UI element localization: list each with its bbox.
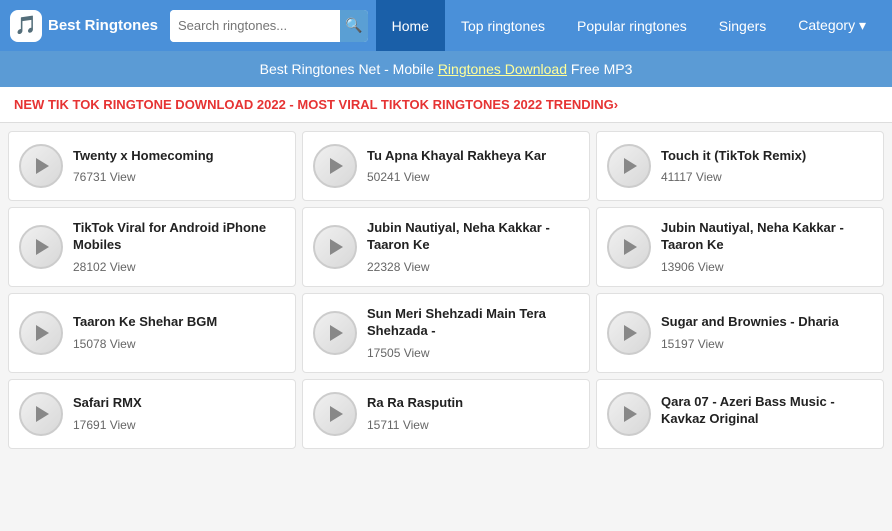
card-views: 22328 View (367, 260, 579, 274)
play-button[interactable] (607, 225, 651, 269)
card-info: Jubin Nautiyal, Neha Kakkar - Taaron Ke … (661, 220, 873, 274)
card-info: Safari RMX 17691 View (73, 395, 285, 432)
card-title: Taaron Ke Shehar BGM (73, 314, 285, 331)
card-item[interactable]: Twenty x Homecoming 76731 View (8, 131, 296, 201)
card-item[interactable]: Taaron Ke Shehar BGM 15078 View (8, 293, 296, 373)
play-button[interactable] (313, 311, 357, 355)
card-views: 15197 View (661, 337, 873, 351)
card-title: TikTok Viral for Android iPhone Mobiles (73, 220, 285, 254)
card-info: Ra Ra Rasputin 15711 View (367, 395, 579, 432)
play-button[interactable] (607, 144, 651, 188)
card-item[interactable]: Sugar and Brownies - Dharia 15197 View (596, 293, 884, 373)
banner: Best Ringtones Net - Mobile Ringtones Do… (0, 51, 892, 87)
trending-bar[interactable]: NEW TIK TOK RINGTONE DOWNLOAD 2022 - MOS… (0, 87, 892, 123)
card-title: Tu Apna Khayal Rakheya Kar (367, 148, 579, 165)
card-views: 76731 View (73, 170, 285, 184)
banner-text-before: Best Ringtones Net - Mobile (260, 61, 438, 77)
play-button[interactable] (313, 392, 357, 436)
card-item[interactable]: TikTok Viral for Android iPhone Mobiles … (8, 207, 296, 287)
card-info: Sugar and Brownies - Dharia 15197 View (661, 314, 873, 351)
nav-top-ringtones[interactable]: Top ringtones (445, 0, 561, 51)
card-item[interactable]: Qara 07 - Azeri Bass Music - Kavkaz Orig… (596, 379, 884, 449)
card-views: 41117 View (661, 170, 873, 184)
card-info: Touch it (TikTok Remix) 41117 View (661, 148, 873, 185)
card-views: 15078 View (73, 337, 285, 351)
card-title: Jubin Nautiyal, Neha Kakkar - Taaron Ke (661, 220, 873, 254)
card-item[interactable]: Jubin Nautiyal, Neha Kakkar - Taaron Ke … (302, 207, 590, 287)
nav-category[interactable]: Category ▾ (782, 0, 882, 51)
cards-grid: Twenty x Homecoming 76731 View Tu Apna K… (0, 123, 892, 457)
banner-link[interactable]: Ringtones Download (438, 61, 567, 77)
card-views: 28102 View (73, 260, 285, 274)
card-item[interactable]: Sun Meri Shehzadi Main Tera Shehzada - 1… (302, 293, 590, 373)
card-info: Qara 07 - Azeri Bass Music - Kavkaz Orig… (661, 394, 873, 434)
card-views: 50241 View (367, 170, 579, 184)
play-button[interactable] (19, 392, 63, 436)
card-item[interactable]: Ra Ra Rasputin 15711 View (302, 379, 590, 449)
play-button[interactable] (313, 144, 357, 188)
card-title: Safari RMX (73, 395, 285, 412)
play-button[interactable] (607, 311, 651, 355)
card-title: Twenty x Homecoming (73, 148, 285, 165)
card-item[interactable]: Tu Apna Khayal Rakheya Kar 50241 View (302, 131, 590, 201)
play-button[interactable] (19, 144, 63, 188)
card-views: 17505 View (367, 346, 579, 360)
card-views: 17691 View (73, 418, 285, 432)
banner-text-after: Free MP3 (567, 61, 632, 77)
card-item[interactable]: Touch it (TikTok Remix) 41117 View (596, 131, 884, 201)
card-item[interactable]: Safari RMX 17691 View (8, 379, 296, 449)
play-button[interactable] (19, 311, 63, 355)
play-button[interactable] (19, 225, 63, 269)
logo-icon: 🎵 (10, 10, 42, 42)
card-title: Touch it (TikTok Remix) (661, 148, 873, 165)
trending-text: NEW TIK TOK RINGTONE DOWNLOAD 2022 - MOS… (14, 97, 618, 112)
card-info: TikTok Viral for Android iPhone Mobiles … (73, 220, 285, 274)
nav-popular-ringtones[interactable]: Popular ringtones (561, 0, 703, 51)
card-title: Sun Meri Shehzadi Main Tera Shehzada - (367, 306, 579, 340)
play-button[interactable] (607, 392, 651, 436)
logo-text: Best Ringtones (48, 17, 158, 34)
card-title: Sugar and Brownies - Dharia (661, 314, 873, 331)
card-title: Ra Ra Rasputin (367, 395, 579, 412)
card-info: Jubin Nautiyal, Neha Kakkar - Taaron Ke … (367, 220, 579, 274)
search-input[interactable] (170, 10, 340, 42)
card-title: Qara 07 - Azeri Bass Music - Kavkaz Orig… (661, 394, 873, 428)
card-info: Tu Apna Khayal Rakheya Kar 50241 View (367, 148, 579, 185)
nav-singers[interactable]: Singers (703, 0, 782, 51)
logo-area: 🎵 Best Ringtones (10, 10, 158, 42)
card-info: Taaron Ke Shehar BGM 15078 View (73, 314, 285, 351)
header: 🎵 Best Ringtones 🔍 Home Top ringtones Po… (0, 0, 892, 51)
card-views: 15711 View (367, 418, 579, 432)
card-title: Jubin Nautiyal, Neha Kakkar - Taaron Ke (367, 220, 579, 254)
nav: Home Top ringtones Popular ringtones Sin… (376, 0, 882, 51)
nav-home[interactable]: Home (376, 0, 445, 51)
card-info: Sun Meri Shehzadi Main Tera Shehzada - 1… (367, 306, 579, 360)
play-button[interactable] (313, 225, 357, 269)
search-bar[interactable]: 🔍 (170, 10, 368, 42)
card-item[interactable]: Jubin Nautiyal, Neha Kakkar - Taaron Ke … (596, 207, 884, 287)
card-info: Twenty x Homecoming 76731 View (73, 148, 285, 185)
card-views: 13906 View (661, 260, 873, 274)
search-button[interactable]: 🔍 (340, 10, 368, 42)
